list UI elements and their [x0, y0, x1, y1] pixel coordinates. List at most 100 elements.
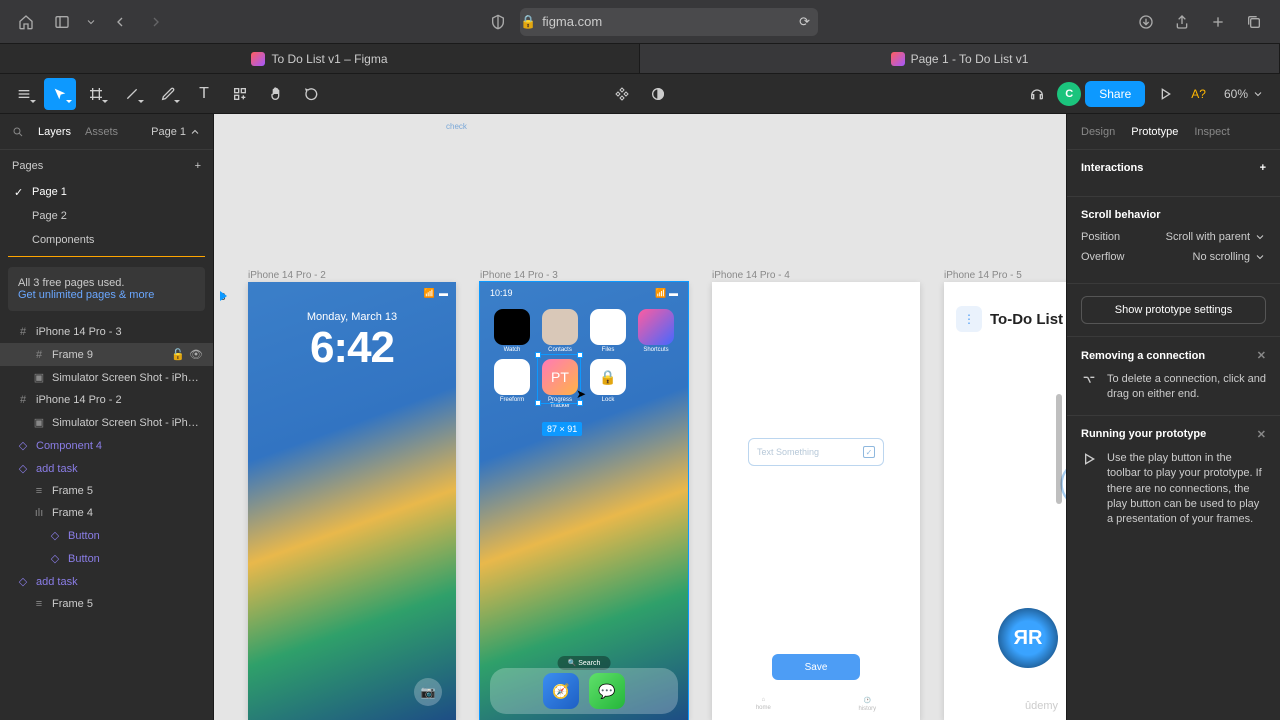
layer-type-icon: ◇ [16, 575, 30, 588]
layer-row[interactable]: ılıFrame 4 [0, 502, 213, 524]
app-icon [542, 309, 578, 345]
canvas-scrollbar[interactable] [1056, 394, 1062, 504]
pen-line-tool-icon[interactable] [116, 78, 148, 110]
present-icon[interactable] [1149, 78, 1181, 110]
layer-row[interactable]: # iPhone 14 Pro - 3 [0, 321, 213, 343]
browser-tab-2[interactable]: Page 1 - To Do List v1 [640, 44, 1280, 73]
hand-tool-icon[interactable] [260, 78, 292, 110]
app-watch: Watch [490, 309, 534, 353]
layer-row[interactable]: ◇add task [0, 457, 213, 480]
layer-row[interactable]: ◇add task [0, 570, 213, 593]
layer-row[interactable]: #Frame 9🔓👁 [0, 343, 213, 366]
frame-label[interactable]: iPhone 14 Pro - 2 [248, 270, 326, 281]
text-input: Text Something ✓ [748, 438, 884, 466]
bulb-icon [1044, 452, 1066, 532]
new-tab-icon[interactable] [1204, 8, 1232, 36]
app-icon [590, 309, 626, 345]
share-icon[interactable] [1168, 8, 1196, 36]
page-selector[interactable]: Page 1 [151, 126, 201, 138]
app-icon: 🔒 [590, 359, 626, 395]
share-button[interactable]: Share [1085, 81, 1145, 107]
home-icon[interactable] [12, 8, 40, 36]
layer-row[interactable]: ◇Button [0, 547, 213, 570]
app-contacts: Contacts [538, 309, 582, 353]
layer-row[interactable]: ▣Simulator Screen Shot - iPhon... [0, 366, 213, 389]
forward-icon [142, 8, 170, 36]
save-button: Save [772, 654, 860, 680]
overflow-dropdown[interactable]: No scrolling [1193, 251, 1266, 263]
battery-icon: ▬ [439, 288, 448, 299]
frame-label[interactable]: iPhone 14 Pro - 4 [712, 270, 790, 281]
upgrade-link[interactable]: Get unlimited pages & more [18, 289, 154, 301]
tab-inspect[interactable]: Inspect [1194, 126, 1229, 138]
url-bar[interactable]: 🔒 figma.com ⟳ [520, 8, 818, 36]
position-dropdown[interactable]: Scroll with parent [1166, 231, 1266, 243]
reload-icon[interactable]: ⟳ [799, 14, 818, 30]
download-icon[interactable] [1132, 8, 1160, 36]
menu-icon: ⋮ [956, 306, 982, 332]
tab-layers[interactable]: Layers [38, 126, 71, 138]
back-icon[interactable] [106, 8, 134, 36]
mask-toggle-icon[interactable] [642, 78, 674, 110]
app-label: Shortcuts [643, 347, 668, 353]
tab-design[interactable]: Design [1081, 126, 1115, 138]
shield-icon[interactable] [484, 8, 512, 36]
page-item[interactable]: Components [0, 228, 213, 252]
resources-tool-icon[interactable] [224, 78, 256, 110]
close-icon[interactable]: ✕ [1257, 349, 1266, 362]
frame-label[interactable]: iPhone 14 Pro - 5 [944, 270, 1022, 281]
layer-name: add task [36, 463, 78, 475]
artboard-form[interactable]: Text Something ✓ Save ⌂home 🕑history [712, 282, 920, 720]
artboard-lock-screen[interactable]: 📶▬ Monday, March 13 6:42 📷 [248, 282, 456, 720]
app-label: Lock [602, 397, 615, 403]
layer-name: iPhone 14 Pro - 2 [36, 394, 122, 406]
layer-name: Simulator Screen Shot - iPhon... [52, 372, 203, 384]
move-tool-icon[interactable] [44, 78, 76, 110]
canvas[interactable]: 3 check iPhone 14 Pro - 2iPhone 14 Pro -… [214, 114, 1066, 720]
browser-tab-1[interactable]: To Do List v1 – Figma [0, 44, 640, 73]
pencil-tool-icon[interactable] [152, 78, 184, 110]
page-item[interactable]: Page 2 [0, 204, 213, 228]
add-page-icon[interactable]: + [195, 160, 201, 172]
page-item[interactable]: Page 1 [0, 180, 213, 204]
layers-panel: Layers Assets Page 1 Pages + Page 1Page … [0, 114, 214, 720]
safari-tab-bar: To Do List v1 – Figma Page 1 - To Do Lis… [0, 44, 1280, 74]
unlock-icon[interactable]: 🔓 [171, 348, 185, 361]
tabs-icon[interactable] [1240, 8, 1268, 36]
frame-tool-icon[interactable] [80, 78, 112, 110]
layer-name: iPhone 14 Pro - 3 [36, 326, 122, 338]
close-icon[interactable]: ✕ [1257, 428, 1266, 441]
tab-assets[interactable]: Assets [85, 126, 118, 138]
main-menu-icon[interactable] [8, 78, 40, 110]
safari-toolbar: 🔒 figma.com ⟳ [0, 0, 1280, 44]
missing-font-indicator[interactable]: A? [1185, 87, 1212, 101]
visibility-icon[interactable]: 👁 [189, 348, 203, 361]
layer-row[interactable]: ▣Simulator Screen Shot - iPhon... [0, 411, 213, 434]
play-icon [1081, 451, 1097, 528]
sidebar-icon[interactable] [48, 8, 76, 36]
camera-icon: 📷 [414, 678, 442, 706]
play-flow-icon[interactable] [220, 291, 227, 301]
layer-row[interactable]: ≡Frame 5 [0, 480, 213, 502]
zoom-level[interactable]: 60% [1216, 87, 1272, 101]
comment-tool-icon[interactable] [296, 78, 328, 110]
layer-row[interactable]: #iPhone 14 Pro - 2 [0, 389, 213, 411]
component-toggle-icon[interactable] [606, 78, 638, 110]
layer-row[interactable]: ◇Button [0, 524, 213, 547]
chevron-down-icon[interactable] [84, 8, 98, 36]
add-interaction-icon[interactable]: + [1260, 162, 1266, 174]
layer-type-icon: ◇ [48, 552, 62, 565]
lock-icon: 🔒 [520, 14, 536, 30]
search-icon[interactable] [12, 126, 24, 138]
audio-icon[interactable] [1021, 78, 1053, 110]
tab-prototype[interactable]: Prototype [1131, 126, 1178, 138]
text-tool-icon[interactable]: T [188, 78, 220, 110]
layer-row[interactable]: ◇Component 4 [0, 434, 213, 457]
show-prototype-settings-button[interactable]: Show prototype settings [1081, 296, 1266, 324]
layer-row[interactable]: ≡Frame 5 [0, 593, 213, 615]
battery-icon: ▬ [669, 288, 678, 298]
user-avatar[interactable]: C [1057, 82, 1081, 106]
layer-type-icon: # [16, 326, 30, 338]
artboard-home-screen[interactable]: 10:19 📶 ▬ WatchContactsFilesShortcutsFre… [480, 282, 688, 720]
frame-label[interactable]: iPhone 14 Pro - 3 [480, 270, 558, 281]
